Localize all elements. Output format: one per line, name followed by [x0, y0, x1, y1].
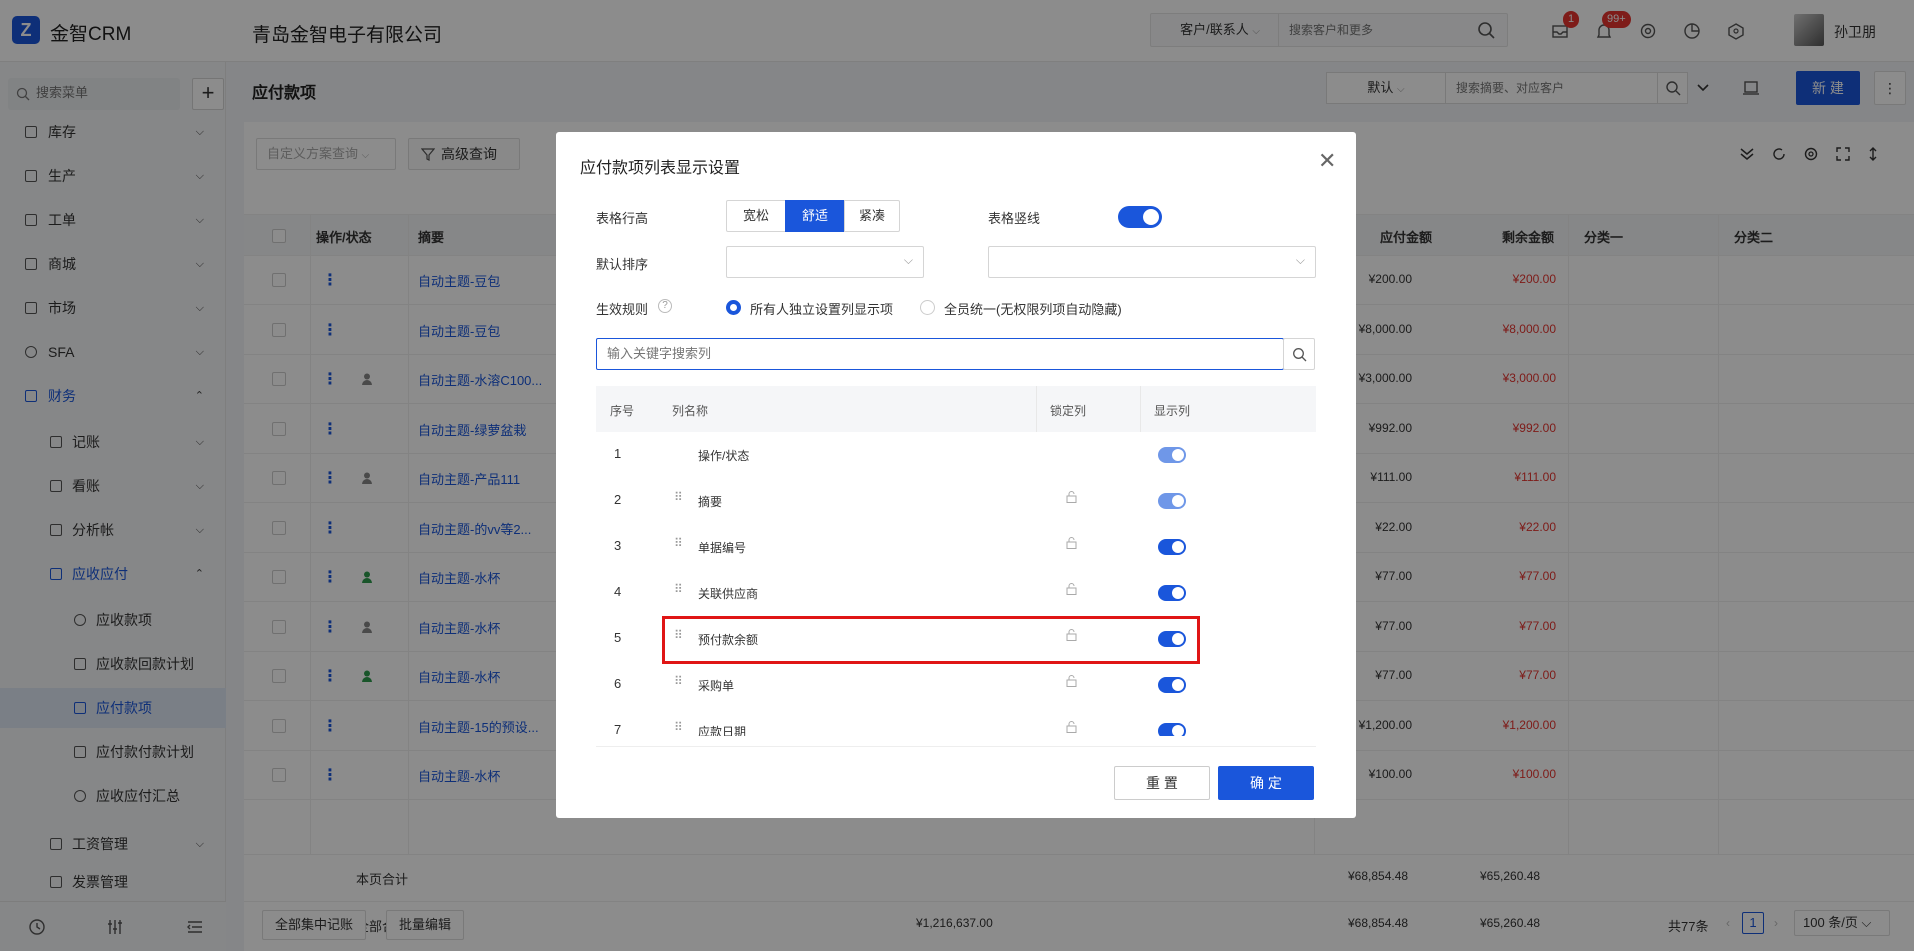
chevron-down-icon: ⌵	[1295, 253, 1305, 267]
sort-field-select[interactable]: ⌵	[726, 246, 924, 278]
sort-order-select[interactable]: ⌵	[988, 246, 1316, 278]
show-column-toggle[interactable]	[1158, 585, 1186, 601]
lock-icon[interactable]	[1066, 537, 1077, 549]
column-index: 5	[614, 630, 622, 645]
lock-icon[interactable]	[1066, 491, 1077, 503]
drag-handle-icon[interactable]: ⠿	[674, 582, 683, 596]
lock-icon[interactable]	[1066, 583, 1077, 595]
drag-handle-icon[interactable]: ⠿	[674, 536, 683, 550]
sort-label: 默认排序	[596, 257, 649, 272]
column-search-button[interactable]	[1283, 338, 1315, 370]
reset-button[interactable]: 重 置	[1114, 766, 1210, 800]
rule-unified-radio[interactable]	[920, 300, 935, 315]
column-name: 单据编号	[698, 541, 747, 555]
rule-option-1[interactable]: 所有人独立设置列显示项	[750, 299, 893, 318]
show-column-toggle[interactable]	[1158, 539, 1186, 555]
drag-handle-icon[interactable]: ⠿	[674, 490, 683, 504]
help-icon[interactable]: ?	[658, 299, 672, 313]
highlight-box	[662, 616, 1200, 664]
head-lock: 锁定列	[1050, 404, 1087, 418]
column-index: 2	[614, 492, 622, 507]
column-list-header: 序号 列名称 锁定列 显示列	[596, 386, 1316, 432]
rule-label: 生效规则	[596, 302, 649, 317]
show-column-toggle[interactable]	[1158, 447, 1186, 463]
column-name: 关联供应商	[698, 587, 759, 601]
head-index: 序号	[610, 404, 635, 418]
column-name: 操作/状态	[698, 449, 750, 463]
column-setting-row: 3 ⠿ 单据编号	[596, 524, 1316, 570]
lock-icon[interactable]	[1066, 721, 1077, 733]
divider	[1036, 386, 1037, 432]
vline-toggle[interactable]	[1118, 206, 1162, 228]
confirm-button[interactable]: 确 定	[1218, 766, 1314, 800]
column-setting-row: 1 操作/状态	[596, 432, 1316, 478]
row-height-label: 表格行高	[596, 211, 649, 226]
column-index: 6	[614, 676, 622, 691]
vline-label: 表格竖线	[988, 211, 1041, 226]
close-icon[interactable]: ✕	[1318, 148, 1336, 174]
column-setting-row: 2 ⠿ 摘要	[596, 478, 1316, 524]
search-icon	[1293, 348, 1307, 362]
divider	[596, 746, 1316, 747]
column-setting-row: 4 ⠿ 关联供应商	[596, 570, 1316, 616]
chevron-down-icon: ⌵	[903, 253, 913, 267]
column-index: 1	[614, 446, 622, 461]
column-list: 序号 列名称 锁定列 显示列 1 操作/状态 2 ⠿ 摘要 3 ⠿ 单据编号 4 ⠿ 关联供应商 5 ⠿…	[596, 386, 1316, 736]
column-index: 4	[614, 584, 622, 599]
divider	[1140, 386, 1141, 432]
column-index: 7	[614, 722, 622, 736]
dialog-title: 应付款项列表显示设置	[580, 160, 741, 177]
column-settings-dialog: 应付款项列表显示设置 ✕ 表格行高 宽松 舒适 紧凑 表格竖线 默认排序 ⌵ ⌵…	[556, 132, 1356, 818]
column-index: 3	[614, 538, 622, 553]
show-column-toggle[interactable]	[1158, 677, 1186, 693]
column-setting-row: 7 ⠿ 应款日期	[596, 708, 1316, 736]
column-search	[596, 338, 1284, 370]
head-show: 显示列	[1154, 404, 1191, 418]
column-search-input[interactable]	[607, 346, 1207, 361]
column-name: 应款日期	[698, 725, 747, 736]
column-name: 摘要	[698, 495, 723, 509]
rule-option-2[interactable]: 全员统一(无权限列项自动隐藏)	[944, 299, 1122, 318]
column-setting-row: 6 ⠿ 采购单	[596, 662, 1316, 708]
row-height-comfortable[interactable]: 舒适	[785, 200, 845, 232]
show-column-toggle[interactable]	[1158, 493, 1186, 509]
drag-handle-icon[interactable]: ⠿	[674, 720, 683, 734]
show-column-toggle[interactable]	[1158, 723, 1186, 736]
rule-individual-radio[interactable]	[726, 300, 741, 315]
column-name: 采购单	[698, 679, 735, 693]
row-height-loose[interactable]: 宽松	[726, 200, 786, 232]
row-height-compact[interactable]: 紧凑	[844, 200, 900, 232]
lock-icon[interactable]	[1066, 675, 1077, 687]
head-name: 列名称	[672, 404, 709, 418]
drag-handle-icon[interactable]: ⠿	[674, 674, 683, 688]
